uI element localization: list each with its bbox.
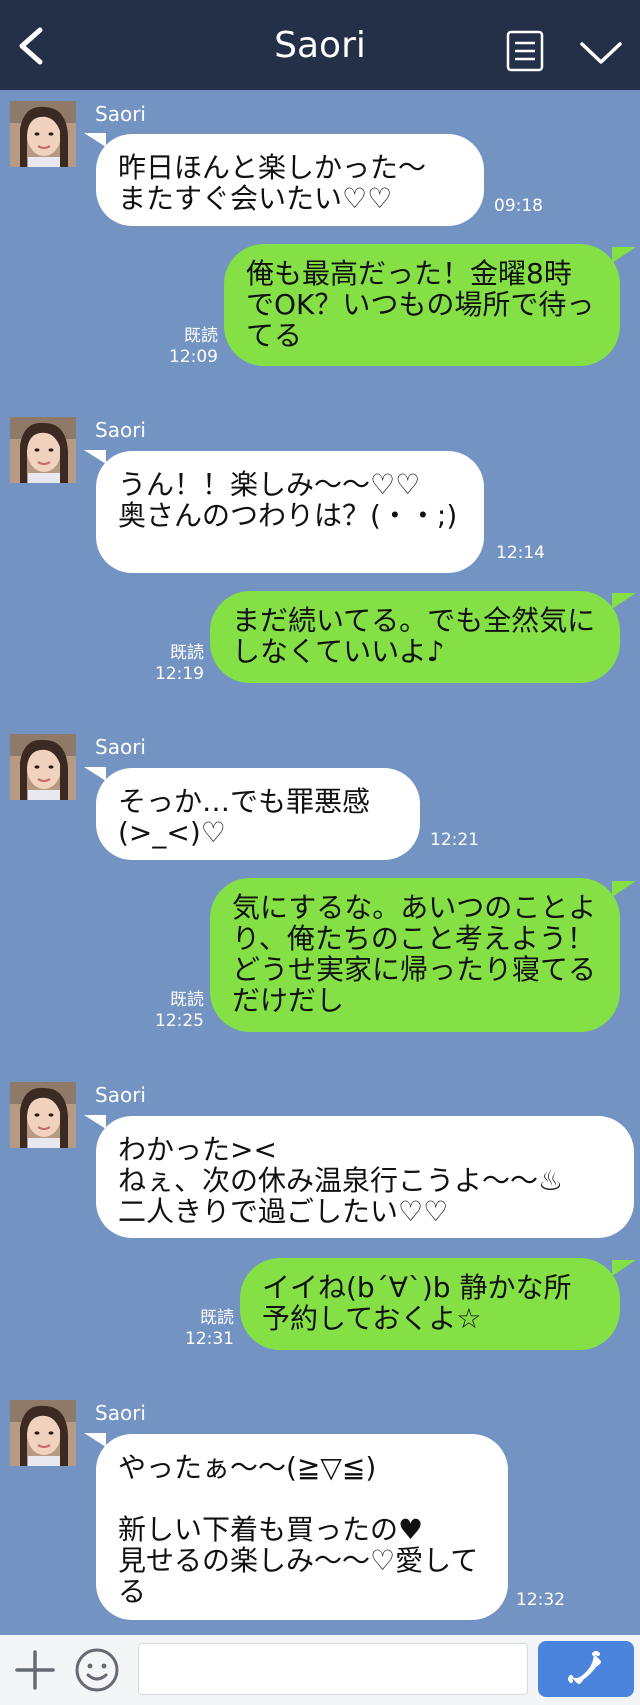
profile-photo-icon (10, 417, 76, 483)
bubble-tail (612, 247, 636, 263)
message-time: 09:18 (494, 196, 543, 216)
bubble-tail (84, 767, 106, 781)
message-bubble-incoming[interactable]: やったぁ〜〜(≧▽≦) 新しい下着も買ったの♥ 見せるの楽しみ〜〜♡愛してる (96, 1434, 508, 1620)
plus-icon[interactable] (14, 1649, 56, 1691)
message-time: 12:25 (155, 1011, 204, 1031)
sender-name: Saori (95, 735, 146, 759)
bubble-tail (84, 1433, 106, 1447)
emoji-icon[interactable] (74, 1647, 120, 1693)
avatar[interactable] (10, 417, 76, 483)
message-bubble-outgoing[interactable]: まだ続いてる。でも全然気にしなくていいよ♪ (210, 591, 620, 683)
message-bubble-incoming[interactable]: うん！！楽しみ〜〜♡♡ 奥さんのつわりは？(・・;) (96, 451, 484, 573)
bubble-tail (84, 133, 106, 147)
bubble-tail (84, 1115, 106, 1129)
avatar[interactable] (10, 1400, 76, 1466)
call-button[interactable] (538, 1641, 634, 1697)
read-receipt: 既読 (200, 1308, 234, 1328)
profile-photo-icon (10, 734, 76, 800)
chevron-down-icon[interactable] (578, 38, 624, 68)
chat-header: Saori (0, 0, 640, 90)
notes-menu-icon[interactable] (506, 30, 544, 72)
sender-name: Saori (95, 102, 146, 126)
profile-photo-icon (10, 101, 76, 167)
chat-title: Saori (274, 25, 366, 66)
message-time: 12:32 (516, 1590, 565, 1610)
message-time: 12:19 (155, 664, 204, 684)
bubble-tail (84, 450, 106, 464)
message-bubble-incoming[interactable]: そっか…でも罪悪感(>_<)♡ (96, 768, 420, 860)
phone-icon (568, 1651, 601, 1684)
sender-name: Saori (95, 1401, 146, 1425)
bubble-tail (612, 1260, 636, 1276)
sender-name: Saori (95, 1083, 146, 1107)
message-time: 12:09 (169, 347, 218, 367)
message-bubble-outgoing[interactable]: 俺も最高だった！金曜8時でOK？いつもの場所で待ってる (224, 244, 620, 366)
profile-photo-icon (10, 1400, 76, 1466)
message-time: 12:31 (185, 1329, 234, 1349)
avatar[interactable] (10, 1082, 76, 1148)
bubble-tail (612, 881, 636, 897)
bubble-tail (612, 593, 636, 609)
read-receipt: 既読 (184, 326, 218, 346)
sender-name: Saori (95, 418, 146, 442)
read-receipt: 既読 (170, 990, 204, 1010)
avatar[interactable] (10, 101, 76, 167)
avatar[interactable] (10, 734, 76, 800)
message-list[interactable]: Saori 昨日ほんと楽しかった〜 またすぐ会いたい♡♡ 09:18 既読 12… (0, 90, 640, 1635)
profile-photo-icon (10, 1082, 76, 1148)
message-bubble-outgoing[interactable]: 気にするな。あいつのことより、俺たちのこと考えよう！どうせ実家に帰ったり寝てるだ… (210, 878, 620, 1032)
message-time: 12:21 (430, 830, 479, 850)
message-bubble-incoming[interactable]: わかった>< ねぇ、次の休み温泉行こうよ〜〜♨ 二人きりで過ごしたい♡♡ (96, 1116, 634, 1238)
chat-input-bar (0, 1635, 640, 1705)
message-bubble-outgoing[interactable]: イイね(b´∀`)b 静かな所予約しておくよ☆ (240, 1258, 620, 1350)
message-input[interactable] (138, 1643, 528, 1695)
read-receipt: 既読 (170, 643, 204, 663)
message-time: 12:14 (496, 543, 545, 563)
message-bubble-incoming[interactable]: 昨日ほんと楽しかった〜 またすぐ会いたい♡♡ (96, 134, 484, 226)
